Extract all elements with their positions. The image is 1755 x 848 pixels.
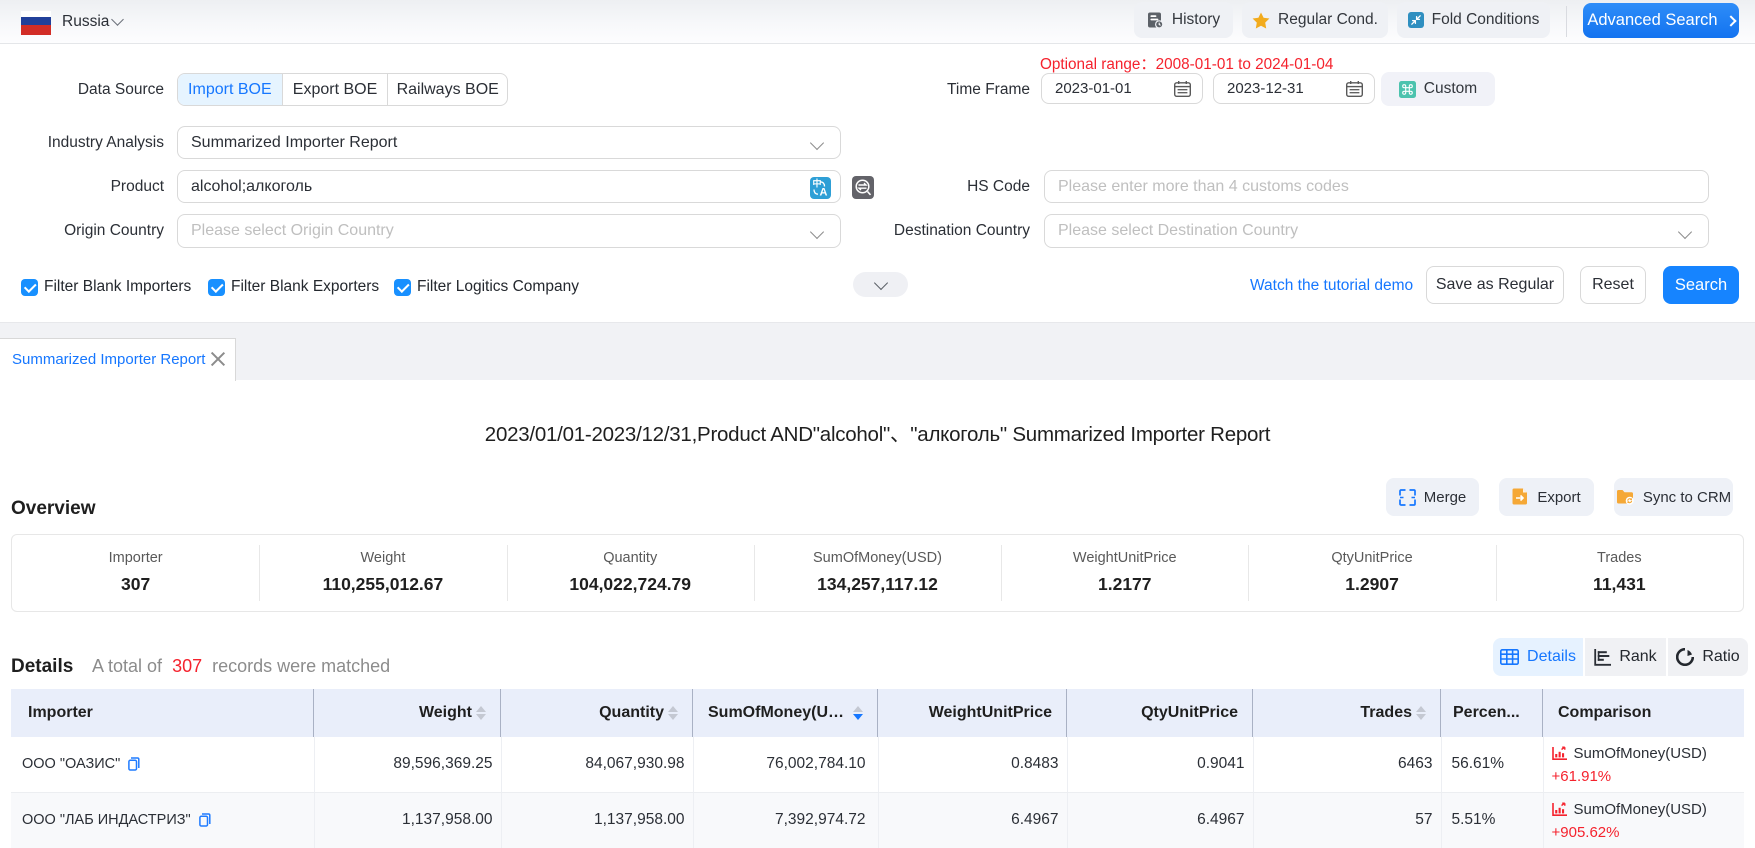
svg-text:A: A <box>820 187 828 199</box>
